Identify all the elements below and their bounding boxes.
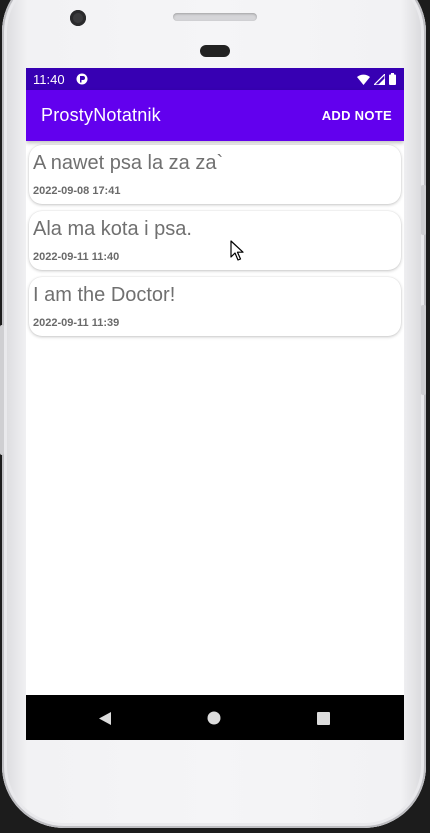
- recents-button[interactable]: [313, 708, 333, 728]
- left-edge-button: [0, 325, 4, 455]
- battery-icon: [389, 73, 396, 85]
- note-card[interactable]: A nawet psa la za za` 2022-09-08 17:41: [29, 145, 401, 204]
- back-button[interactable]: [95, 708, 115, 728]
- note-card[interactable]: I am the Doctor! 2022-09-11 11:39: [29, 277, 401, 336]
- note-date: 2022-09-11 11:39: [33, 317, 120, 329]
- front-camera: [70, 10, 86, 26]
- app-title: ProstyNotatnik: [41, 105, 161, 125]
- mouse-pointer-icon: [230, 240, 244, 261]
- back-icon: [99, 711, 111, 725]
- wifi-icon: [357, 74, 370, 85]
- power-button: [421, 185, 426, 235]
- navigation-bar: [26, 695, 404, 740]
- app-toolbar: ProstyNotatnik ADD NOTE: [26, 90, 404, 141]
- note-card[interactable]: Ala ma kota i psa. 2022-09-11 11:40: [29, 211, 401, 270]
- home-button[interactable]: [204, 708, 224, 728]
- earpiece: [200, 45, 230, 57]
- status-icons: [357, 72, 396, 86]
- note-title: Ala ma kota i psa.: [33, 218, 192, 240]
- signal-icon: [374, 73, 385, 85]
- status-bar: 11:40: [26, 68, 404, 90]
- device-screen: 11:40 ProstyNotatnik ADD NOTE A nawet ps…: [26, 68, 404, 740]
- volume-button: [421, 305, 426, 395]
- notes-list: A nawet psa la za za` 2022-09-08 17:41 A…: [26, 145, 404, 343]
- note-title: I am the Doctor!: [33, 284, 176, 306]
- note-date: 2022-09-08 17:41: [33, 185, 121, 197]
- note-date: 2022-09-11 11:40: [33, 251, 120, 263]
- recents-icon: [316, 711, 330, 725]
- status-time: 11:40: [33, 72, 65, 87]
- add-note-button[interactable]: ADD NOTE: [322, 108, 392, 123]
- note-title: A nawet psa la za za`: [33, 152, 224, 174]
- top-speaker-grille: [173, 13, 257, 21]
- app-notification-icon: [76, 73, 88, 85]
- home-icon: [207, 711, 221, 725]
